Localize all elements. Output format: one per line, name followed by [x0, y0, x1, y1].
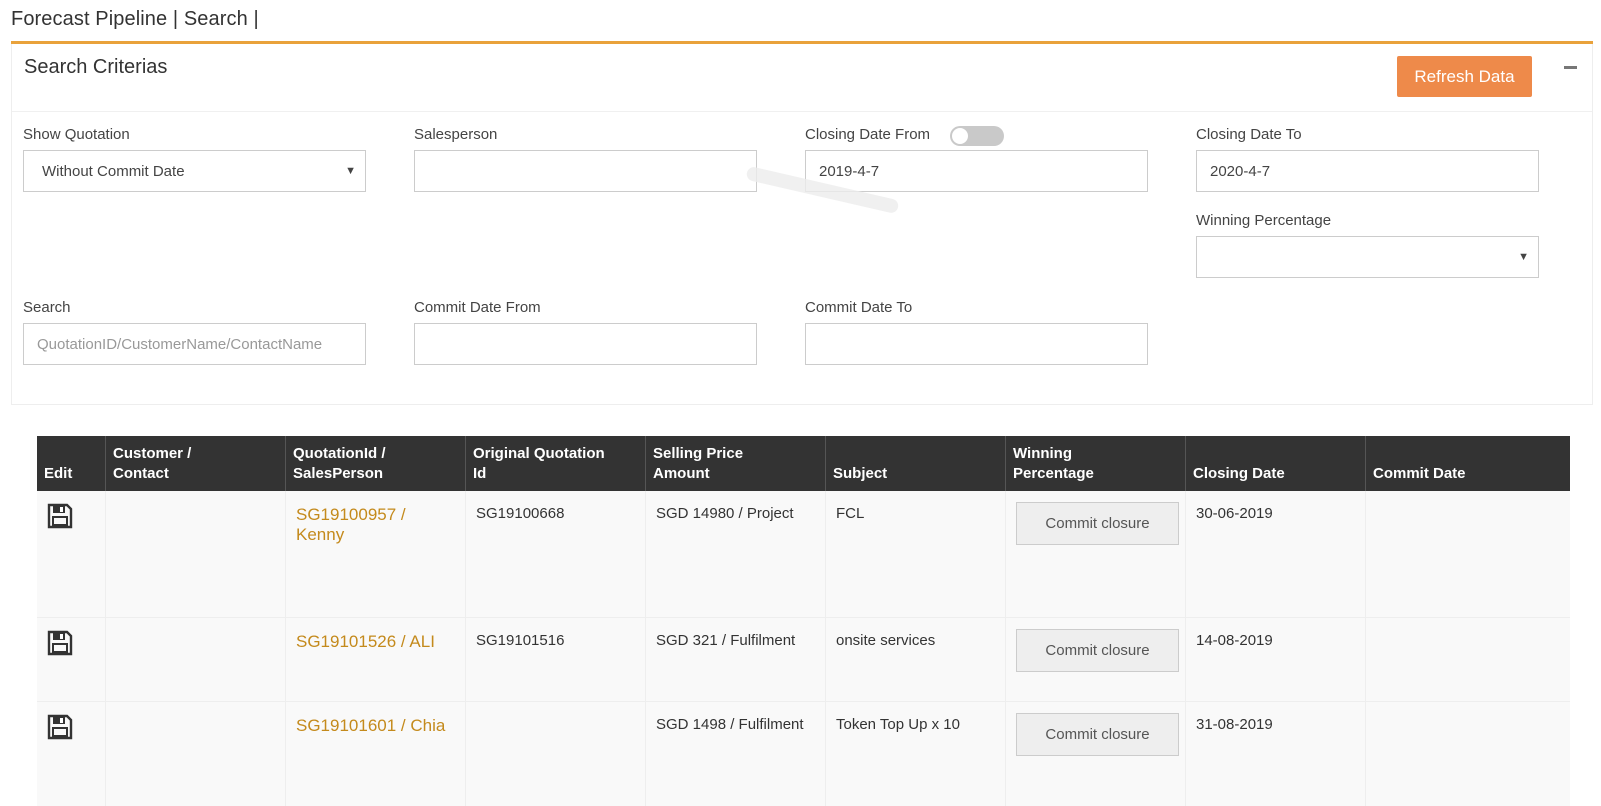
commit-date-to-input[interactable]	[805, 323, 1148, 365]
toggle-knob	[952, 128, 968, 144]
show-quotation-select[interactable]: Without Commit Date ▼	[23, 150, 366, 192]
search-label: Search	[23, 299, 71, 316]
search-input[interactable]	[23, 323, 366, 365]
customer-cell	[106, 618, 286, 701]
header-closing-date: Closing Date	[1186, 436, 1366, 491]
table-header: Edit Customer / Contact QuotationId / Sa…	[37, 436, 1570, 491]
header-price: Selling Price Amount	[646, 436, 826, 491]
subject-cell: onsite services	[826, 618, 1006, 701]
commit-date-cell	[1366, 702, 1550, 806]
closing-date-to-label: Closing Date To	[1196, 126, 1302, 143]
salesperson-label: Salesperson	[414, 126, 498, 143]
edit-cell	[37, 702, 106, 806]
commit-date-cell	[1366, 618, 1550, 701]
commit-closure-button[interactable]: Commit closure	[1016, 629, 1179, 672]
header-customer: Customer / Contact	[106, 436, 286, 491]
subject-cell: Token Top Up x 10	[826, 702, 1006, 806]
header-original-id: Original Quotation Id	[466, 436, 646, 491]
floppy-disk-icon[interactable]	[47, 630, 73, 656]
quotation-cell: SG19101526 / ALI	[286, 618, 466, 701]
customer-cell	[106, 491, 286, 617]
edit-cell	[37, 618, 106, 701]
closing-date-to-input[interactable]	[1196, 150, 1539, 192]
winning-cell: Commit closure	[1006, 491, 1186, 617]
salesperson-select[interactable]	[414, 150, 757, 192]
price-cell: SGD 1498 / Fulfilment	[646, 702, 826, 806]
winning-cell: Commit closure	[1006, 618, 1186, 701]
refresh-data-button[interactable]: Refresh Data	[1397, 56, 1532, 97]
panel-divider	[12, 111, 1592, 112]
header-winning: Winning Percentage	[1006, 436, 1186, 491]
caret-down-icon: ▼	[345, 165, 356, 177]
price-cell: SGD 321 / Fulfilment	[646, 618, 826, 701]
quotation-link[interactable]: SG19101601 / Chia	[296, 716, 445, 735]
panel-title: Search Criterias	[24, 56, 168, 78]
show-quotation-label: Show Quotation	[23, 126, 130, 143]
caret-down-icon: ▼	[1518, 251, 1529, 263]
floppy-disk-icon[interactable]	[47, 503, 73, 529]
edit-cell	[37, 491, 106, 617]
winning-percentage-label: Winning Percentage	[1196, 212, 1332, 229]
header-edit: Edit	[37, 436, 106, 491]
minus-icon[interactable]	[1564, 66, 1577, 69]
closing-date-cell: 30-06-2019	[1186, 491, 1366, 617]
quotation-link[interactable]: SG19100957 / Kenny	[296, 505, 406, 544]
customer-cell	[106, 702, 286, 806]
commit-date-to-label: Commit Date To	[805, 299, 913, 316]
commit-closure-button[interactable]: Commit closure	[1016, 713, 1179, 756]
winning-cell: Commit closure	[1006, 702, 1186, 806]
commit-date-from-label: Commit Date From	[414, 299, 541, 316]
winning-percentage-select[interactable]: ▼	[1196, 236, 1539, 278]
page-header: Forecast Pipeline | Search |	[11, 8, 259, 30]
table-row: SG19100957 / Kenny SG19100668 SGD 14980 …	[37, 491, 1570, 618]
subject-cell: FCL	[826, 491, 1006, 617]
closing-date-from-toggle[interactable]	[950, 126, 1004, 146]
closing-date-from-label: Closing Date From	[805, 126, 931, 143]
quotation-cell: SG19101601 / Chia	[286, 702, 466, 806]
price-cell: SGD 14980 / Project	[646, 491, 826, 617]
header-commit-date: Commit Date	[1373, 465, 1466, 482]
quotation-cell: SG19100957 / Kenny	[286, 491, 466, 617]
closing-date-cell: 31-08-2019	[1186, 702, 1366, 806]
original-id-cell	[466, 702, 646, 806]
commit-date-cell	[1366, 491, 1550, 617]
show-quotation-value: Without Commit Date	[42, 162, 185, 180]
quotation-table: Edit Customer / Contact QuotationId / Sa…	[37, 436, 1570, 806]
table-row: SG19101601 / Chia SGD 1498 / Fulfilment …	[37, 702, 1570, 806]
header-subject: Subject	[826, 436, 1006, 491]
table-row: SG19101526 / ALI SG19101516 SGD 321 / Fu…	[37, 618, 1570, 702]
commit-date-from-input[interactable]	[414, 323, 757, 365]
original-id-cell: SG19101516	[466, 618, 646, 701]
closing-date-cell: 14-08-2019	[1186, 618, 1366, 701]
original-id-cell: SG19100668	[466, 491, 646, 617]
floppy-disk-icon[interactable]	[47, 714, 73, 740]
header-quotation: QuotationId / SalesPerson	[286, 436, 466, 491]
closing-date-from-input[interactable]	[805, 150, 1148, 192]
quotation-link[interactable]: SG19101526 / ALI	[296, 632, 435, 651]
commit-closure-button[interactable]: Commit closure	[1016, 502, 1179, 545]
